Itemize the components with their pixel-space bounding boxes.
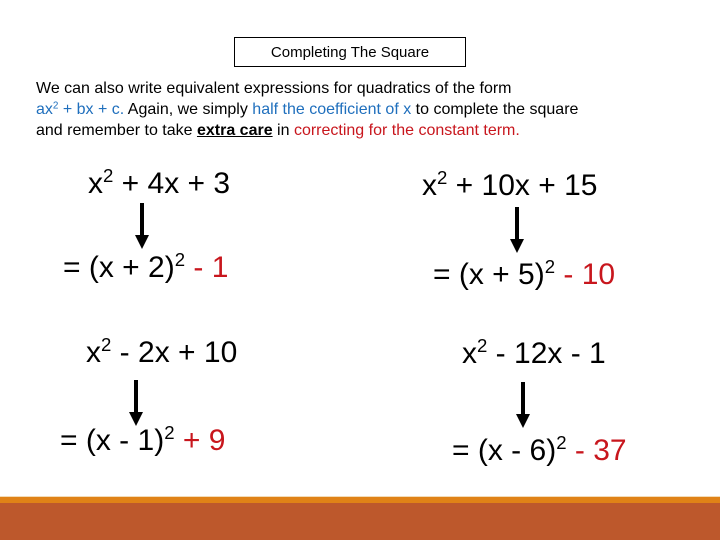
math-text: + 10x + 15 xyxy=(447,169,598,202)
math-text: + bx + c. xyxy=(58,101,125,118)
example-1-expression: x2 + 4x + 3 xyxy=(88,164,231,201)
example-2-expression: x2 + 10x + 15 xyxy=(422,166,598,203)
intro-line-3: and remember to take extra care in corre… xyxy=(36,120,716,141)
example-4-constant: - 37 xyxy=(566,434,627,467)
math-text: - 2x + 10 xyxy=(111,336,238,369)
exponent: 2 xyxy=(544,255,556,277)
example-1-constant: - 1 xyxy=(185,251,229,284)
math-text: = (x - 1) xyxy=(60,424,165,457)
exponent: 2 xyxy=(174,248,186,270)
math-text: x xyxy=(462,337,477,370)
math-text: Again, we simply xyxy=(124,101,253,118)
down-arrow-icon xyxy=(516,382,530,428)
example-1-result: = (x + 2)2 - 1 xyxy=(63,248,229,285)
example-3-result: = (x - 1)2 + 9 xyxy=(60,421,226,458)
math-text: to complete the square xyxy=(411,101,579,118)
down-arrow-icon xyxy=(135,203,149,249)
example-4-expression: x2 - 12x - 1 xyxy=(462,334,606,371)
math-text: - 12x - 1 xyxy=(487,337,606,370)
example-2-result: = (x + 5)2 - 10 xyxy=(433,255,616,292)
math-text: in xyxy=(272,122,294,139)
exponent: 2 xyxy=(164,421,175,443)
half-coefficient-highlight: half the coefficient of x xyxy=(252,101,412,118)
math-text: ax xyxy=(36,101,53,118)
exponent: 2 xyxy=(556,431,567,453)
math-text: = (x + 2) xyxy=(63,251,175,284)
math-text: x xyxy=(88,167,103,200)
math-text: = (x - 6) xyxy=(452,434,557,467)
math-text: and remember to take xyxy=(36,122,197,139)
down-arrow-icon xyxy=(510,207,524,253)
exponent: 2 xyxy=(437,166,448,188)
intro-paragraph: We can also write equivalent expressions… xyxy=(36,78,716,141)
exponent: 2 xyxy=(101,333,112,355)
example-3-expression: x2 - 2x + 10 xyxy=(86,333,238,370)
math-text: x xyxy=(86,336,101,369)
extra-care-emphasis: extra care xyxy=(196,122,273,139)
slide-title-text: Completing The Square xyxy=(270,43,430,61)
example-4-result: = (x - 6)2 - 37 xyxy=(452,431,627,468)
math-text: = (x + 5) xyxy=(433,258,545,291)
example-3-constant: + 9 xyxy=(174,424,226,457)
intro-line-2: ax2 + bx + c. Again, we simply half the … xyxy=(36,99,716,120)
slide-title: Completing The Square xyxy=(234,37,466,67)
down-arrow-icon xyxy=(129,380,143,426)
example-2-constant: - 10 xyxy=(555,258,616,291)
math-text: + 4x + 3 xyxy=(113,167,231,200)
exponent: 2 xyxy=(477,334,488,356)
intro-line-1: We can also write equivalent expressions… xyxy=(36,80,512,97)
exponent: 2 xyxy=(103,164,114,186)
general-form: ax2 + bx + c. xyxy=(36,101,124,118)
footer-bar xyxy=(0,503,720,540)
constant-term-highlight: correcting for the constant term. xyxy=(293,122,520,139)
math-text: x xyxy=(422,169,437,202)
